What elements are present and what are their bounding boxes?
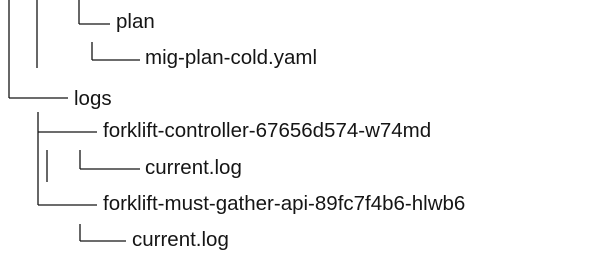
tree-entry-controller-log-file: current.log bbox=[145, 156, 242, 179]
tree-entry-must-gather-folder: forklift-must-gather-api-89fc7f4b6-hlwb6 bbox=[103, 192, 466, 215]
tree-entry-logs-folder: logs bbox=[74, 87, 112, 110]
tree-entry-must-gather-log-file: current.log bbox=[132, 228, 229, 251]
tree-entry-mig-plan-file: mig-plan-cold.yaml bbox=[145, 46, 318, 69]
file-tree: plan mig-plan-cold.yaml logs forklift-co… bbox=[0, 0, 603, 254]
tree-entry-controller-folder: forklift-controller-67656d574-w74md bbox=[103, 119, 432, 142]
tree-entry-plan-folder: plan bbox=[116, 10, 155, 33]
